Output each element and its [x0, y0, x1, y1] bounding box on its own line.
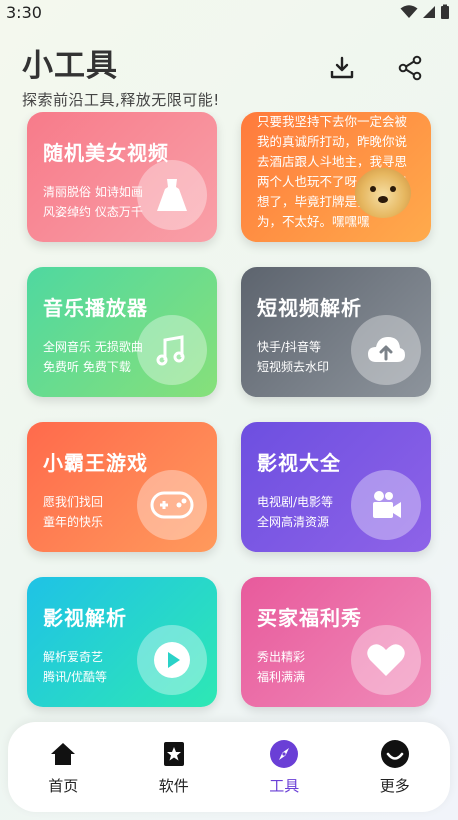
card-buyer-show[interactable]: 买家福利秀 秀出精彩 福利满满: [241, 577, 431, 707]
home-icon: [48, 739, 78, 769]
tool-grid: 随机美女视频 清丽脱俗 如诗如画 风姿绰约 仪态万千 只要我坚持下去你一定会被 我的…: [0, 112, 458, 722]
status-time: 3:30: [6, 2, 42, 22]
doge-icon: [355, 168, 411, 218]
card-title: 影视解析: [43, 606, 127, 630]
card-title: 音乐播放器: [43, 296, 148, 320]
card-title: 随机美女视频: [43, 141, 169, 165]
card-music-player[interactable]: 音乐播放器 全网音乐 无损歌曲 免费听 免费下载: [27, 267, 217, 397]
battery-icon: [441, 4, 449, 19]
page-subtitle: 探索前沿工具,释放无限可能!: [22, 91, 220, 109]
nav-label: 首页: [48, 776, 79, 795]
page-header: 小工具 探索前沿工具,释放无限可能!: [22, 40, 436, 110]
nav-label: 更多: [379, 776, 410, 795]
card-desc: 只要我坚持下去你一定会被 我的真诚所打动，昨晚你说 去酒店跟人斗地主，我寻思 两个人…: [257, 114, 408, 229]
nav-label: 软件: [158, 776, 189, 795]
nav-item-more[interactable]: 更多: [345, 739, 445, 796]
download-button[interactable]: [328, 54, 356, 82]
card-title: 小霸王游戏: [43, 451, 148, 475]
nav-label: 工具: [269, 776, 300, 795]
card-random-beauty-video[interactable]: 随机美女视频 清丽脱俗 如诗如画 风姿绰约 仪态万千: [27, 112, 217, 242]
play-icon: [137, 625, 207, 695]
status-icons: [400, 4, 450, 20]
card-retro-game[interactable]: 小霸王游戏 愿我们找回 童年的快乐: [27, 422, 217, 552]
video-camera-icon: [351, 470, 421, 540]
card-video-parse[interactable]: 影视解析 解析爱奇艺 腾讯/优酷等: [27, 577, 217, 707]
music-icon: [137, 315, 207, 385]
card-quote-text[interactable]: 只要我坚持下去你一定会被 我的真诚所打动，昨晚你说 去酒店跟人斗地主，我寻思 两个人…: [241, 112, 431, 242]
share-button[interactable]: [396, 54, 424, 82]
cloud-upload-icon: [351, 315, 421, 385]
status-bar: 3:30: [0, 0, 458, 24]
download-icon: [330, 56, 354, 79]
card-title: 短视频解析: [257, 296, 362, 320]
signal-icon: [423, 6, 435, 18]
nav-item-home[interactable]: 首页: [13, 739, 113, 796]
wifi-icon: [400, 5, 418, 18]
card-movies-collection[interactable]: 影视大全 电视剧/电影等 全网高清资源: [241, 422, 431, 552]
smile-icon: [380, 739, 410, 769]
card-title: 影视大全: [257, 451, 341, 475]
bottom-nav: 首页 软件 工具 更多: [8, 722, 450, 812]
nav-item-software[interactable]: 软件: [124, 739, 224, 796]
gamepad-icon: [137, 470, 207, 540]
compass-icon: [269, 739, 299, 769]
heart-icon: [351, 625, 421, 695]
nav-item-tools[interactable]: 工具: [234, 739, 334, 796]
header-actions: [328, 54, 424, 82]
card-title: 买家福利秀: [257, 606, 362, 630]
dress-icon: [137, 160, 207, 230]
card-short-video-parse[interactable]: 短视频解析 快手/抖音等 短视频去水印: [241, 267, 431, 397]
bookmark-star-icon: [159, 739, 189, 769]
share-icon: [398, 55, 422, 81]
